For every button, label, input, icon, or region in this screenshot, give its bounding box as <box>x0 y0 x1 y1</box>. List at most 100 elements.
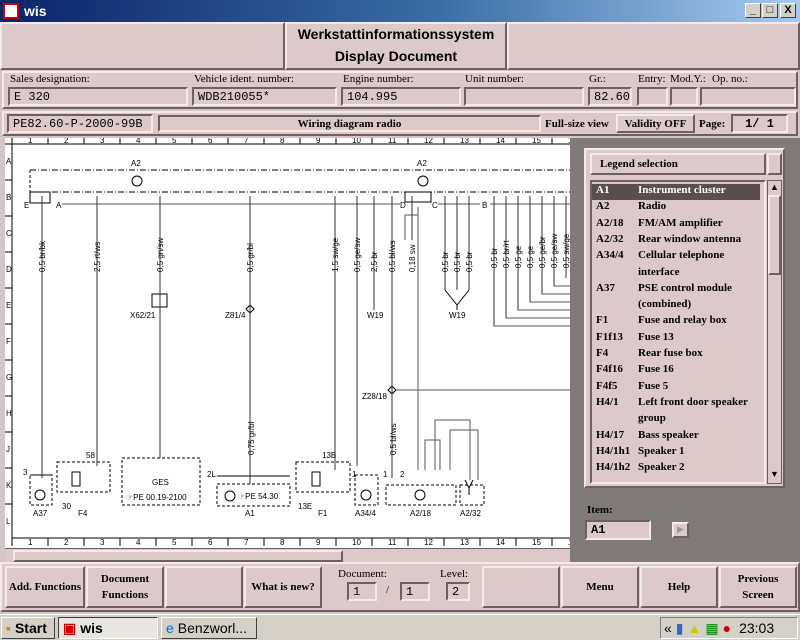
wiring-diagram[interactable]: 0,5 br/bk 2,5 rt/ws 0,5 gn/sw 0,5 gr/bl 1,5 … <box>5 138 570 548</box>
legend-item[interactable]: A1 Instrument cluster <box>592 184 760 200</box>
entry-label: Entry: <box>638 73 666 85</box>
legend-item-code: H4/17 <box>596 428 625 441</box>
legend-item-name: Fuse 16 <box>638 363 674 376</box>
validity-button[interactable]: Validity OFF <box>616 114 695 133</box>
column-number-top: 15 <box>532 138 541 145</box>
legend-item[interactable]: F4f16 Fuse 16 <box>592 363 760 379</box>
legend-item[interactable]: H4/1 Left front door speaker <box>592 396 760 412</box>
column-number-bottom: 6 <box>208 538 213 547</box>
taskbar: ▪ Start ▣ wis e Benzworl... « ▮ ▲ ▦ ● 23:03 <box>0 614 800 640</box>
legend-item[interactable]: A37 PSE control module <box>592 282 760 298</box>
legend-item[interactable]: A34/4 Cellular telephone <box>592 249 760 265</box>
system-title: Werkstattinformationssystem <box>297 26 495 42</box>
legend-item[interactable]: F4f5 Fuse 5 <box>592 380 760 396</box>
full-size-view-button[interactable]: Full-size view <box>545 118 609 130</box>
op-no-field[interactable] <box>700 87 796 106</box>
wire-label: 0,5 br <box>490 247 499 268</box>
item-label: Item: <box>587 504 613 516</box>
vehicle-ident-field[interactable]: WDB210055* <box>192 87 337 106</box>
start-button[interactable]: ▪ Start <box>1 617 55 639</box>
legend-item-code <box>592 412 638 428</box>
column-number-bottom: 5 <box>172 538 177 547</box>
column-number-top: 9 <box>316 138 321 145</box>
legend-item[interactable]: F4 Rear fuse box <box>592 347 760 363</box>
legend-item-code: A1 <box>596 184 610 196</box>
wire-label-a1: 0,75 gr/bl <box>247 421 256 455</box>
legend-item-name: Bass speaker <box>638 428 699 441</box>
wiring-diagram-canvas[interactable]: 0,5 br/bk 2,5 rt/ws 0,5 gn/sw 0,5 gr/bl 1,5 … <box>5 138 570 548</box>
legend-item[interactable]: F1f13 Fuse 13 <box>592 331 760 347</box>
network-icon[interactable]: ▮ <box>676 620 684 637</box>
wire-label: 0,5 br <box>465 251 474 272</box>
connector-d-label: D <box>400 201 406 210</box>
legend-header-button[interactable] <box>767 153 782 175</box>
a2-label: A2 <box>131 159 141 168</box>
item-go-button[interactable]: ▶ <box>672 522 689 538</box>
tray-expand-button[interactable]: « <box>664 620 672 636</box>
wire-label: 0,5 ge <box>526 245 535 268</box>
close-button[interactable]: X <box>780 3 796 18</box>
column-number-top: 6 <box>208 138 213 145</box>
taskbar-item-browser[interactable]: e Benzworl... <box>161 617 257 639</box>
legend-item-name: Instrument cluster <box>638 184 726 196</box>
legend-item-name: FM/AM amplifier <box>638 216 723 229</box>
row-letter: L <box>6 517 11 526</box>
group-field[interactable]: 82.60 <box>588 87 632 106</box>
empty-button-1[interactable] <box>165 566 243 608</box>
add-functions-button[interactable]: Add. Functions <box>5 566 85 608</box>
maximize-button[interactable]: □ <box>762 3 778 18</box>
taskbar-item-wis[interactable]: ▣ wis <box>58 617 158 639</box>
row-letter: D <box>6 265 12 274</box>
warning-icon[interactable]: ▲ <box>688 620 702 636</box>
empty-button-2[interactable] <box>482 566 560 608</box>
sales-designation-field[interactable]: E 320 <box>8 87 188 106</box>
legend-item[interactable]: (combined) <box>592 298 760 314</box>
a1-reference: ☞PE 54.30 <box>238 492 279 501</box>
pin-2l: 2L <box>207 470 216 479</box>
item-field[interactable]: A1 <box>585 520 651 540</box>
legend-item[interactable]: H4/1h1 Speaker 1 <box>592 445 760 461</box>
menu-button[interactable]: Menu <box>561 566 639 608</box>
previous-screen-button[interactable]: Previous Screen <box>719 566 797 608</box>
horizontal-scrollbar[interactable] <box>5 548 570 562</box>
legend-panel: Legend selection A1 Instrument cluster A2 R… <box>570 138 800 562</box>
legend-item[interactable]: H4/1h2 Speaker 2 <box>592 461 760 477</box>
engine-number-field[interactable]: 104.995 <box>341 87 461 106</box>
column-number-bottom: 11 <box>388 538 397 547</box>
security-icon[interactable]: ● <box>723 620 731 636</box>
entry-field[interactable] <box>637 87 668 106</box>
legend-item[interactable]: group <box>592 412 760 428</box>
minimize-button[interactable]: _ <box>745 3 761 18</box>
legend-item[interactable]: F1 Fuse and relay box <box>592 314 760 330</box>
legend-item[interactable]: H4/17 Bass speaker <box>592 429 760 445</box>
unit-number-field[interactable] <box>464 87 584 106</box>
legend-list[interactable]: A1 Instrument cluster A2 Radio A2/18 FM/AM am… <box>590 180 766 484</box>
wire-label: 0,5 br <box>453 251 462 272</box>
wire-label-a34: 0,5 bl/ws <box>389 423 398 455</box>
what-is-new-button[interactable]: What is new? <box>244 566 322 608</box>
legend-item[interactable]: A2 Radio <box>592 200 760 216</box>
connection-icon[interactable]: ▦ <box>705 620 718 637</box>
wire-label: 2,5 br <box>370 251 379 272</box>
legend-scrollbar[interactable]: ▲ ▼ <box>767 180 782 484</box>
legend-item[interactable]: A2/18 FM/AM amplifier <box>592 217 760 233</box>
legend-selection-header: Legend selection <box>590 153 766 175</box>
z28-label: Z28/18 <box>362 392 387 401</box>
legend-item[interactable]: A2/32 Rear window antenna <box>592 233 760 249</box>
legend-scroll-thumb[interactable] <box>768 195 781 275</box>
scroll-down-icon[interactable]: ▼ <box>770 469 779 479</box>
column-number-top: 12 <box>424 138 433 145</box>
internet-explorer-icon: e <box>166 620 174 636</box>
f4-terminal-30: 30 <box>62 502 71 511</box>
f1-terminal-13e: 13E <box>298 502 312 511</box>
legend-item-code: F1 <box>596 314 609 327</box>
legend-item[interactable]: interface <box>592 266 760 282</box>
document-total-field: 1 <box>400 582 430 601</box>
document-functions-button[interactable]: Document Functions <box>86 566 164 608</box>
document-number-field[interactable]: 1 <box>347 582 377 601</box>
help-button[interactable]: Help <box>640 566 718 608</box>
scroll-up-icon[interactable]: ▲ <box>770 182 779 192</box>
windows-logo-icon: ▪ <box>6 620 11 636</box>
model-year-field[interactable] <box>670 87 698 106</box>
scrollbar-thumb[interactable] <box>13 550 343 562</box>
